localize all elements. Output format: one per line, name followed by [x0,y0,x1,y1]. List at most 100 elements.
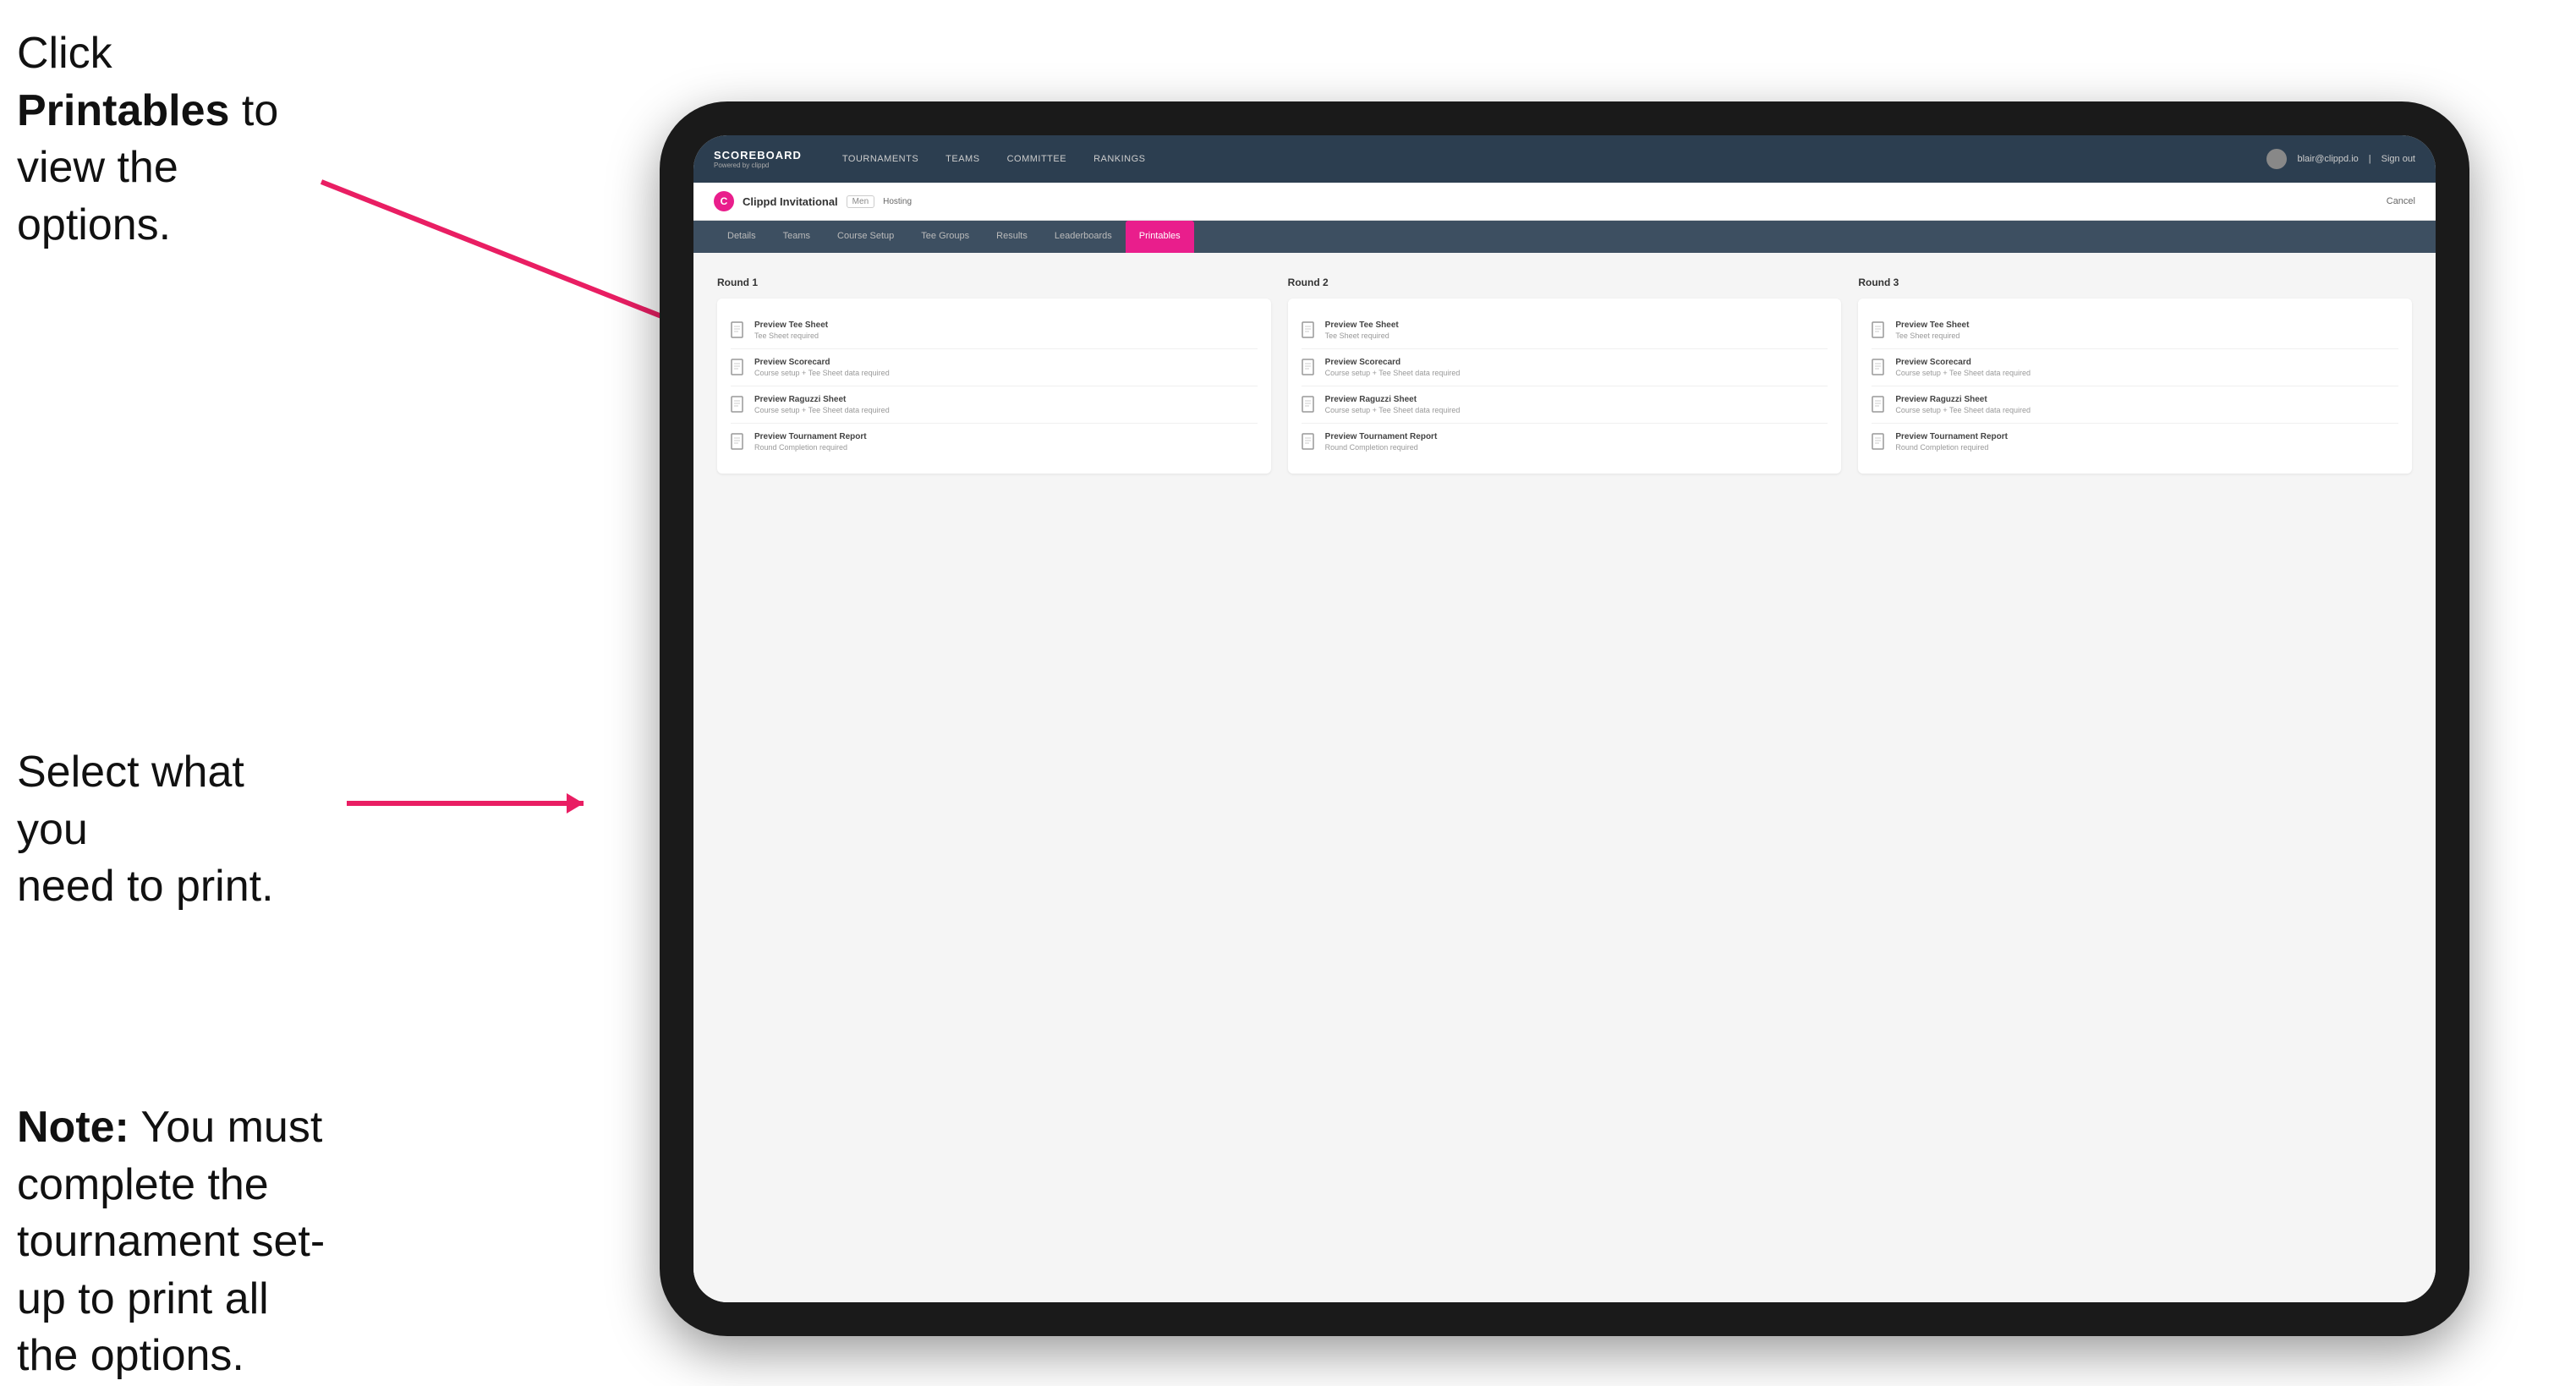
round3-report-title: Preview Tournament Report [1895,432,2398,441]
round3-report-text: Preview Tournament Report Round Completi… [1895,432,2398,452]
round-2-card: Preview Tee Sheet Tee Sheet required [1288,299,1842,474]
round1-report-sub: Round Completion required [754,443,1258,452]
round3-raguzzi-sub: Course setup + Tee Sheet data required [1895,406,2398,414]
document-icon [1872,396,1887,413]
document-icon [1872,433,1887,450]
round1-scorecard-title: Preview Scorecard [754,358,1258,367]
round2-tee-sheet-text: Preview Tee Sheet Tee Sheet required [1325,320,1828,340]
round-2-section: Round 2 Preview Tee Sheet Tee S [1288,277,1842,474]
tablet-device: SCOREBOARD Powered by clippd TOURNAMENTS… [660,101,2469,1336]
nav-right: blair@clippd.io | Sign out [2266,149,2415,169]
printables-bold: Printables [17,86,229,135]
nav-committee[interactable]: COMMITTEE [994,135,1081,183]
logo-sub: Powered by clippd [714,162,802,169]
round3-raguzzi-text: Preview Raguzzi Sheet Course setup + Tee… [1895,395,2398,414]
logo-title: SCOREBOARD [714,149,802,162]
nav-rankings[interactable]: RANKINGS [1080,135,1159,183]
tournament-name: C Clippd Invitational Men Hosting [714,191,912,211]
round-1-title: Round 1 [717,277,1271,288]
round-1-card: Preview Tee Sheet Tee Sheet required [717,299,1271,474]
instruction-middle: Select what you need to print. [17,744,304,916]
round-3-card: Preview Tee Sheet Tee Sheet required [1858,299,2412,474]
document-icon [731,433,746,450]
round1-report-title: Preview Tournament Report [754,432,1258,441]
rounds-grid: Round 1 Preview Tee Sheet Tee S [717,277,2412,474]
round2-scorecard-sub: Course setup + Tee Sheet data required [1325,369,1828,377]
round1-report-text: Preview Tournament Report Round Completi… [754,432,1258,452]
separator: | [2369,154,2371,164]
document-icon [1302,396,1317,413]
tab-details[interactable]: Details [714,221,770,253]
round1-tee-sheet[interactable]: Preview Tee Sheet Tee Sheet required [731,312,1258,349]
round2-report-text: Preview Tournament Report Round Completi… [1325,432,1828,452]
user-email: blair@clippd.io [2297,154,2358,164]
cancel-button[interactable]: Cancel [2387,196,2415,206]
main-content: Round 1 Preview Tee Sheet Tee S [693,253,2436,1302]
round3-scorecard-sub: Course setup + Tee Sheet data required [1895,369,2398,377]
sub-nav: Details Teams Course Setup Tee Groups Re… [693,221,2436,253]
round-3-section: Round 3 Preview Tee Sheet Tee S [1858,277,2412,474]
tab-results[interactable]: Results [983,221,1041,253]
round1-tee-sheet-title: Preview Tee Sheet [754,320,1258,330]
tab-teams[interactable]: Teams [770,221,824,253]
round1-raguzzi-title: Preview Raguzzi Sheet [754,395,1258,404]
nav-links: TOURNAMENTS TEAMS COMMITTEE RANKINGS [829,135,2267,183]
document-icon [1302,433,1317,450]
round1-scorecard-text: Preview Scorecard Course setup + Tee She… [754,358,1258,377]
arrow-printables [296,156,719,351]
round-1-section: Round 1 Preview Tee Sheet Tee S [717,277,1271,474]
scoreboard-logo: SCOREBOARD Powered by clippd [714,149,802,169]
document-icon [731,359,746,375]
round3-tee-sheet-sub: Tee Sheet required [1895,331,2398,340]
tournament-badge: Men [847,195,874,208]
round-2-title: Round 2 [1288,277,1842,288]
round2-tee-sheet-sub: Tee Sheet required [1325,331,1828,340]
round1-scorecard[interactable]: Preview Scorecard Course setup + Tee She… [731,349,1258,386]
round2-tee-sheet[interactable]: Preview Tee Sheet Tee Sheet required [1302,312,1828,349]
hosting-badge: Hosting [883,197,912,206]
sign-out-link[interactable]: Sign out [2381,154,2415,164]
round2-raguzzi-title: Preview Raguzzi Sheet [1325,395,1828,404]
round2-scorecard-text: Preview Scorecard Course setup + Tee She… [1325,358,1828,377]
round3-raguzzi-title: Preview Raguzzi Sheet [1895,395,2398,404]
document-icon [731,321,746,338]
document-icon [1302,321,1317,338]
round3-report-sub: Round Completion required [1895,443,2398,452]
round3-raguzzi[interactable]: Preview Raguzzi Sheet Course setup + Tee… [1872,386,2398,424]
round2-raguzzi[interactable]: Preview Raguzzi Sheet Course setup + Tee… [1302,386,1828,424]
tab-printables[interactable]: Printables [1126,221,1194,253]
round1-tournament-report[interactable]: Preview Tournament Report Round Completi… [731,424,1258,460]
round3-scorecard-title: Preview Scorecard [1895,358,2398,367]
round2-report-title: Preview Tournament Report [1325,432,1828,441]
document-icon [1872,321,1887,338]
round1-scorecard-sub: Course setup + Tee Sheet data required [754,369,1258,377]
round1-raguzzi-sub: Course setup + Tee Sheet data required [754,406,1258,414]
user-avatar [2266,149,2287,169]
round3-tee-sheet-title: Preview Tee Sheet [1895,320,2398,330]
round2-tee-sheet-title: Preview Tee Sheet [1325,320,1828,330]
round3-tournament-report[interactable]: Preview Tournament Report Round Completi… [1872,424,2398,460]
round1-raguzzi[interactable]: Preview Raguzzi Sheet Course setup + Tee… [731,386,1258,424]
nav-teams[interactable]: TEAMS [932,135,993,183]
tab-course-setup[interactable]: Course Setup [824,221,907,253]
round2-report-sub: Round Completion required [1325,443,1828,452]
round3-tee-sheet[interactable]: Preview Tee Sheet Tee Sheet required [1872,312,2398,349]
round1-raguzzi-text: Preview Raguzzi Sheet Course setup + Tee… [754,395,1258,414]
tab-tee-groups[interactable]: Tee Groups [907,221,983,253]
round2-raguzzi-text: Preview Raguzzi Sheet Course setup + Tee… [1325,395,1828,414]
round2-tournament-report[interactable]: Preview Tournament Report Round Completi… [1302,424,1828,460]
top-nav: SCOREBOARD Powered by clippd TOURNAMENTS… [693,135,2436,183]
document-icon [1302,359,1317,375]
tournament-logo: C [714,191,734,211]
document-icon [1872,359,1887,375]
arrow-raguzzi [321,761,609,846]
round-3-title: Round 3 [1858,277,2412,288]
tournament-title: Clippd Invitational [743,195,838,208]
tab-leaderboards[interactable]: Leaderboards [1041,221,1126,253]
document-icon [731,396,746,413]
round3-scorecard[interactable]: Preview Scorecard Course setup + Tee She… [1872,349,2398,386]
round2-scorecard[interactable]: Preview Scorecard Course setup + Tee She… [1302,349,1828,386]
note-bold: Note: [17,1103,129,1152]
instruction-top: Click Printables toview the options. [17,25,288,254]
nav-tournaments[interactable]: TOURNAMENTS [829,135,932,183]
